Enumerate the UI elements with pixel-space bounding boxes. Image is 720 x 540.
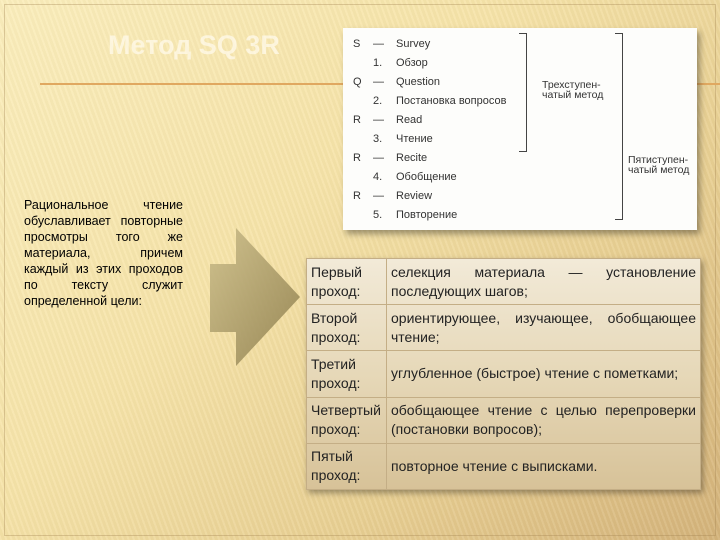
intro-paragraph: Рациональное чтение обуславливает повтор… [24, 198, 183, 308]
table-row: Четвертый проход: обобщающее чтение с цел… [306, 396, 701, 444]
scheme-dash: 5. [373, 209, 383, 221]
scheme-letter: R [353, 152, 361, 164]
scheme-word: Постановка вопросов [396, 95, 507, 107]
scheme-dash: — [373, 190, 384, 202]
scheme-letter: R [353, 114, 361, 126]
scheme-dash: — [373, 152, 384, 164]
pass-description: обобщающее чтение с целью перепроверки (… [386, 396, 701, 444]
reading-passes-table: Первый проход: селекция материала — устан… [306, 257, 701, 491]
table-row: Второй проход: ориентирующее, изучающее, … [306, 304, 701, 352]
scheme-word: Read [396, 114, 423, 126]
scheme-letter: S [353, 38, 361, 50]
table-row: Пятый проход: повторное чтение с выпискам… [306, 442, 701, 491]
scheme-dash: 3. [373, 133, 383, 145]
scheme-word: Чтение [396, 133, 433, 145]
table-row: Третий проход: углубленное (быстрое) чтен… [306, 350, 701, 398]
scheme-word: Recite [396, 152, 428, 164]
three-step-label: Трехступен- чатый метод [542, 79, 604, 101]
scheme-word: Review [396, 190, 433, 202]
pass-description: селекция материала — установление послед… [386, 257, 701, 306]
scheme-word: Повторение [396, 209, 458, 221]
five-step-bracket [615, 33, 623, 220]
pass-name: Второй проход: [306, 304, 387, 352]
scheme-letter: R [353, 190, 361, 202]
pass-description: ориентирующее, изучающее, обобщающее чте… [386, 304, 701, 352]
scheme-dash: — [373, 76, 384, 88]
pass-name: Третий проход: [306, 350, 387, 398]
scheme-word: Question [396, 76, 441, 88]
scheme-dash: 2. [373, 95, 383, 107]
scheme-dash: — [373, 38, 384, 50]
table-row: Первый проход: селекция материала — устан… [306, 257, 701, 306]
arrow-right-icon [210, 228, 300, 366]
pass-name: Пятый проход: [306, 442, 387, 491]
pass-description: углубленное (быстрое) чтение с пометками… [386, 350, 701, 398]
scheme-word: Survey [396, 38, 431, 50]
slide-title: Метод SQ 3R [108, 30, 280, 60]
five-step-label: Пятиступен- чатый метод [628, 154, 690, 176]
pass-name: Четвертый проход: [306, 396, 387, 444]
pass-description: повторное чтение с выписками. [386, 442, 701, 491]
scheme-letter: Q [353, 76, 362, 88]
scheme-dash: — [373, 114, 384, 126]
scheme-word: Обзор [396, 57, 428, 69]
scheme-dash: 4. [373, 171, 383, 183]
three-step-bracket [519, 33, 527, 152]
pass-name: Первый проход: [306, 257, 387, 306]
scheme-dash: 1. [373, 57, 383, 69]
scheme-word: Обобщение [396, 171, 457, 183]
sq3r-scheme-image: S — Survey 1. Обзор Q — Question 2. Постановка во… [343, 28, 697, 230]
